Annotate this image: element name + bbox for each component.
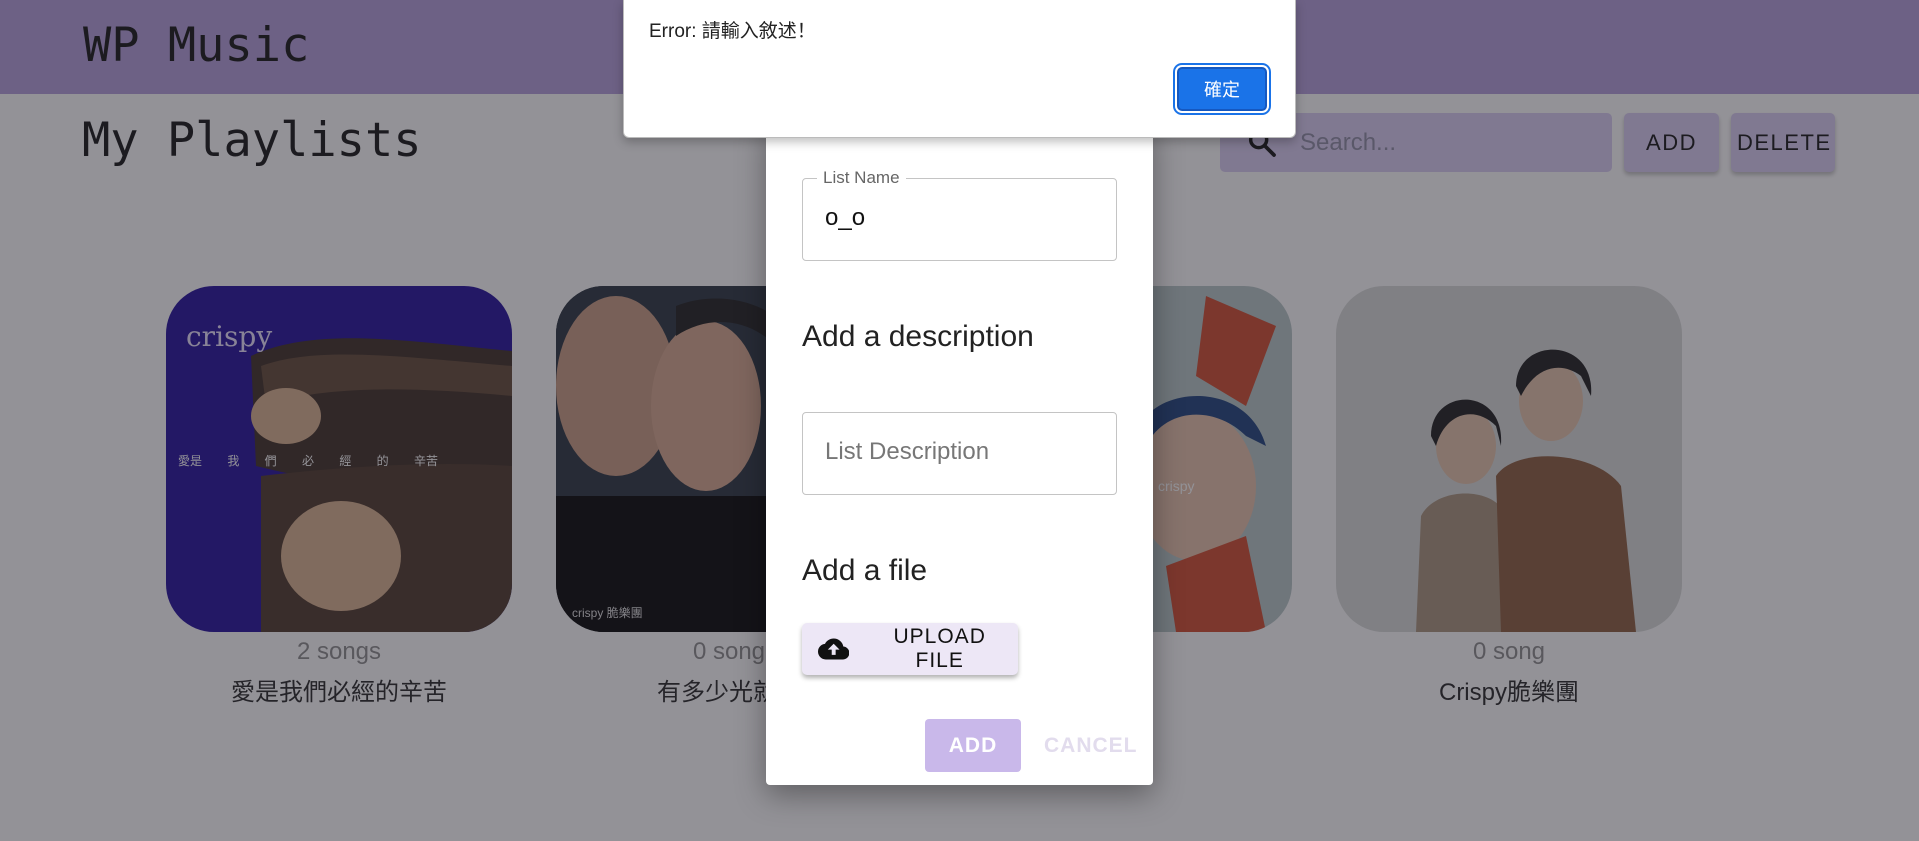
add-playlist-dialog: List Name Add a description Add a file U…	[766, 120, 1153, 785]
file-heading: Add a file	[802, 554, 928, 587]
alert-ok-button[interactable]: 確定	[1177, 67, 1267, 111]
upload-file-label: UPLOAD FILE	[893, 625, 986, 672]
alert-message: Error: 請輸入敘述！	[649, 21, 816, 42]
description-heading: Add a description	[802, 320, 1034, 353]
alert-dialog: Error: 請輸入敘述！ 確定	[623, 0, 1296, 138]
dialog-add-button[interactable]: ADD	[925, 719, 1021, 772]
list-name-label: List Name	[817, 168, 906, 188]
dialog-cancel-button[interactable]: CANCEL	[1038, 719, 1138, 772]
upload-file-button[interactable]: UPLOAD FILE	[802, 623, 1018, 675]
list-name-field[interactable]: List Name	[802, 168, 1117, 261]
cloud-upload-icon	[818, 638, 850, 660]
list-description-field[interactable]	[802, 412, 1117, 495]
list-name-input[interactable]	[823, 203, 1097, 233]
list-description-input[interactable]	[823, 437, 1097, 467]
